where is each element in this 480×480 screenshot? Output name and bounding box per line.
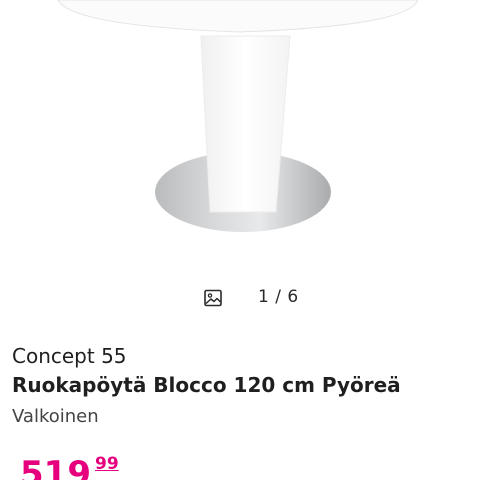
page-indicator: 1 / 6 bbox=[258, 287, 299, 307]
image-gallery-icon[interactable] bbox=[203, 288, 223, 308]
table-leg bbox=[200, 35, 291, 213]
table-top bbox=[57, 0, 419, 33]
product-variant: Valkoinen bbox=[12, 406, 99, 427]
price-main: 519 bbox=[20, 454, 91, 480]
price-cents: 99 bbox=[94, 454, 119, 474]
product-gallery[interactable]: 1 / 6 bbox=[0, 0, 480, 330]
product-price: 519 99 bbox=[20, 454, 119, 480]
product-image[interactable] bbox=[0, 0, 480, 260]
gallery-counter: 1 / 6 bbox=[0, 286, 480, 310]
product-title: Ruokapöytä Blocco 120 cm Pyöreä bbox=[12, 373, 401, 397]
brand-name[interactable]: Concept 55 bbox=[12, 344, 127, 368]
product-page: 1 / 6 Concept 55 Ruokapöytä Blocco 120 c… bbox=[0, 0, 480, 480]
